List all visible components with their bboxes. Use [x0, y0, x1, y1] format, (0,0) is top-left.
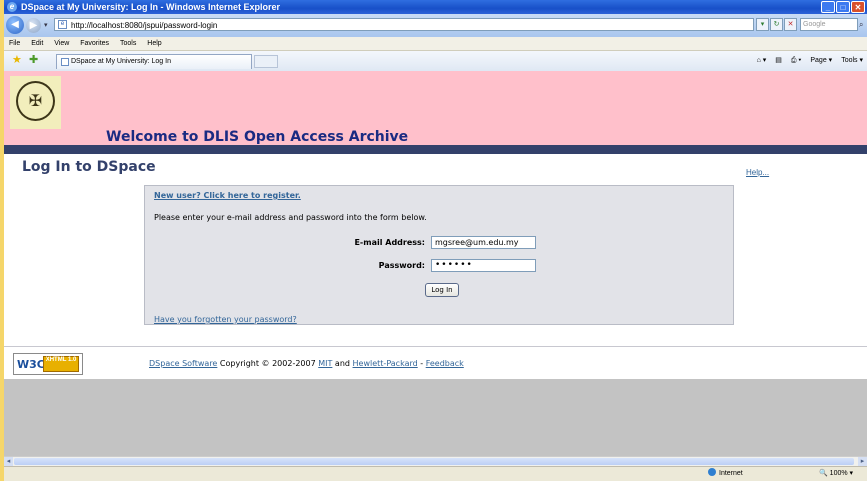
menu-edit[interactable]: Edit [31, 40, 43, 47]
footer-text: DSpace Software Copyright © 2002-2007 MI… [149, 359, 464, 368]
go-dropdown-icon[interactable]: ▾ [756, 18, 769, 31]
stop-icon[interactable]: ✕ [784, 18, 797, 31]
search-icon[interactable]: ⌕ [859, 18, 867, 31]
menu-help[interactable]: Help [147, 40, 161, 47]
tab-dspace-login[interactable]: DSpace at My University: Log In [56, 54, 252, 69]
dspace-software-link[interactable]: DSpace Software [149, 359, 217, 368]
globe-icon [708, 468, 716, 476]
status-bar: Internet 🔍 100% ▾ [4, 466, 867, 481]
login-form: New user? Click here to register. Please… [144, 185, 734, 325]
url-text: http://localhost:8080/jspui/password-log… [71, 21, 218, 30]
header-stripe [4, 145, 867, 154]
forgot-password-link[interactable]: Have you forgotten your password? [154, 315, 297, 324]
page-content: ✠ Welcome to DLIS Open Access Archive Lo… [4, 71, 867, 456]
email-field[interactable]: mgsree@um.edu.my [431, 236, 536, 249]
seal-emblem-icon: ✠ [16, 81, 55, 121]
scroll-right-icon[interactable]: ▸ [858, 457, 867, 466]
maximize-button[interactable]: □ [836, 1, 850, 13]
address-tools: ▾ ↻ ✕ [756, 18, 797, 31]
site-welcome-heading: Welcome to DLIS Open Access Archive [106, 129, 409, 145]
footer-divider [4, 346, 867, 347]
print-icon[interactable]: ⎙ ▾ [791, 55, 802, 67]
home-icon[interactable]: ⌂ ▾ [757, 55, 767, 67]
feeds-icon[interactable]: ▤ [775, 55, 782, 67]
tab-page-icon [61, 58, 69, 66]
browser-window: e DSpace at My University: Log In - Wind… [4, 0, 867, 481]
dash-text: - [417, 359, 426, 368]
address-bar: ◀ ▶ ▾ e http://localhost:8080/jspui/passw… [4, 14, 867, 37]
minimize-button[interactable]: _ [821, 1, 835, 13]
feedback-link[interactable]: Feedback [426, 359, 464, 368]
title-bar[interactable]: e DSpace at My University: Log In - Wind… [4, 0, 867, 14]
xhtml-valid-icon: XHTML 1.0 [43, 356, 79, 372]
zone-label: Internet [719, 470, 743, 477]
menu-bar: File Edit View Favorites Tools Help [4, 37, 867, 51]
search-input[interactable]: Google [800, 18, 858, 31]
page-icon: e [58, 20, 67, 29]
favorites-bar: ★ ✚ DSpace at My University: Log In ⌂ ▾ … [4, 51, 867, 72]
refresh-icon[interactable]: ↻ [770, 18, 783, 31]
zoom-level[interactable]: 🔍 100% ▾ [819, 467, 853, 481]
mit-link[interactable]: MIT [318, 359, 332, 368]
menu-view[interactable]: View [54, 40, 69, 47]
menu-favorites[interactable]: Favorites [80, 40, 109, 47]
forward-button[interactable]: ▶ [26, 18, 41, 33]
copyright-text: Copyright © 2002-2007 [217, 359, 319, 368]
page-menu[interactable]: Page ▾ [810, 55, 832, 67]
login-button[interactable]: Log In [425, 283, 459, 297]
favorites-star-icon[interactable]: ★ [12, 54, 22, 66]
url-input[interactable]: e http://localhost:8080/jspui/password-lo… [54, 18, 754, 31]
window-controls: _ □ ✕ [821, 1, 865, 13]
and-text: and [332, 359, 353, 368]
scrollbar-thumb[interactable] [14, 458, 854, 465]
horizontal-scrollbar[interactable]: ◂ ▸ [4, 456, 867, 466]
w3c-xhtml-badge[interactable]: W3C XHTML 1.0 [13, 353, 83, 375]
menu-file[interactable]: File [9, 40, 20, 47]
scroll-left-icon[interactable]: ◂ [4, 457, 13, 466]
menu-tools[interactable]: Tools [120, 40, 136, 47]
ie-icon: e [7, 2, 17, 12]
register-link[interactable]: New user? Click here to register. [154, 191, 301, 200]
security-zone[interactable]: Internet [708, 467, 743, 481]
recent-pages-dropdown-icon[interactable]: ▾ [44, 21, 48, 29]
w3c-logo: W3C [17, 358, 45, 371]
new-tab-button[interactable] [254, 55, 278, 68]
window-title: DSpace at My University: Log In - Window… [21, 2, 280, 12]
back-button[interactable]: ◀ [6, 16, 24, 34]
password-field[interactable]: •••••• [431, 259, 536, 272]
email-label: E-mail Address: [354, 238, 425, 247]
form-instructions: Please enter your e-mail address and pas… [154, 213, 427, 222]
close-button[interactable]: ✕ [851, 1, 865, 13]
page-title: Log In to DSpace [22, 159, 156, 175]
tab-label: DSpace at My University: Log In [71, 58, 171, 65]
add-favorites-icon[interactable]: ✚ [29, 54, 38, 66]
hp-link[interactable]: Hewlett-Packard [353, 359, 418, 368]
site-header: ✠ Welcome to DLIS Open Access Archive [4, 71, 867, 145]
empty-page-area [4, 379, 867, 456]
tools-menu[interactable]: Tools ▾ [841, 55, 863, 67]
university-logo[interactable]: ✠ [10, 76, 61, 129]
zoom-value: 100% [829, 470, 848, 477]
command-bar: ⌂ ▾ ▤ ⎙ ▾ Page ▾ Tools ▾ [757, 55, 863, 67]
password-label: Password: [378, 261, 425, 270]
help-link[interactable]: Help... [746, 168, 769, 177]
